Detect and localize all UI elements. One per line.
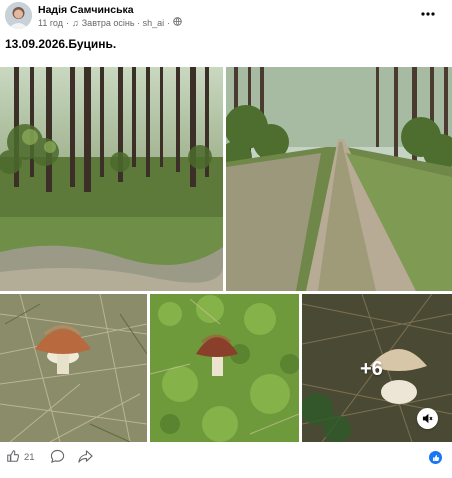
like-button[interactable]: 21	[6, 449, 35, 466]
comment-icon	[50, 449, 65, 468]
more-horizontal-icon[interactable]	[418, 6, 438, 22]
post-time[interactable]: 11 год	[38, 18, 63, 28]
more-photos-count[interactable]: +6	[360, 358, 383, 381]
photo-mushroom-dry-grass[interactable]	[0, 294, 147, 442]
music-note-icon: ♫	[72, 17, 79, 28]
like-count: 21	[24, 452, 35, 463]
comment-button[interactable]	[50, 449, 65, 469]
post-actions-bar: 21	[0, 446, 452, 470]
post-meta: 11 год · ♫ Завтра осінь · sh_ai ·	[38, 17, 182, 28]
share-button[interactable]	[78, 449, 93, 469]
photo-mushroom-moss[interactable]	[150, 294, 299, 442]
photo-forest-road[interactable]	[226, 67, 452, 291]
photo-pine-forest[interactable]	[0, 67, 223, 291]
speaker-muted-icon[interactable]	[417, 408, 438, 429]
avatar[interactable]	[5, 2, 32, 29]
thumbs-up-icon	[6, 449, 20, 466]
like-reaction-badge-icon[interactable]	[429, 451, 442, 464]
post-header: Надія Самчинська 11 год · ♫ Завтра осінь…	[0, 0, 452, 34]
song-title[interactable]: Завтра осінь · sh_ai	[82, 18, 164, 28]
share-icon	[78, 450, 93, 468]
globe-icon	[173, 17, 182, 28]
author-name[interactable]: Надія Самчинська	[38, 4, 134, 16]
post-caption: 13.09.2026.Буцинь.	[5, 37, 117, 51]
